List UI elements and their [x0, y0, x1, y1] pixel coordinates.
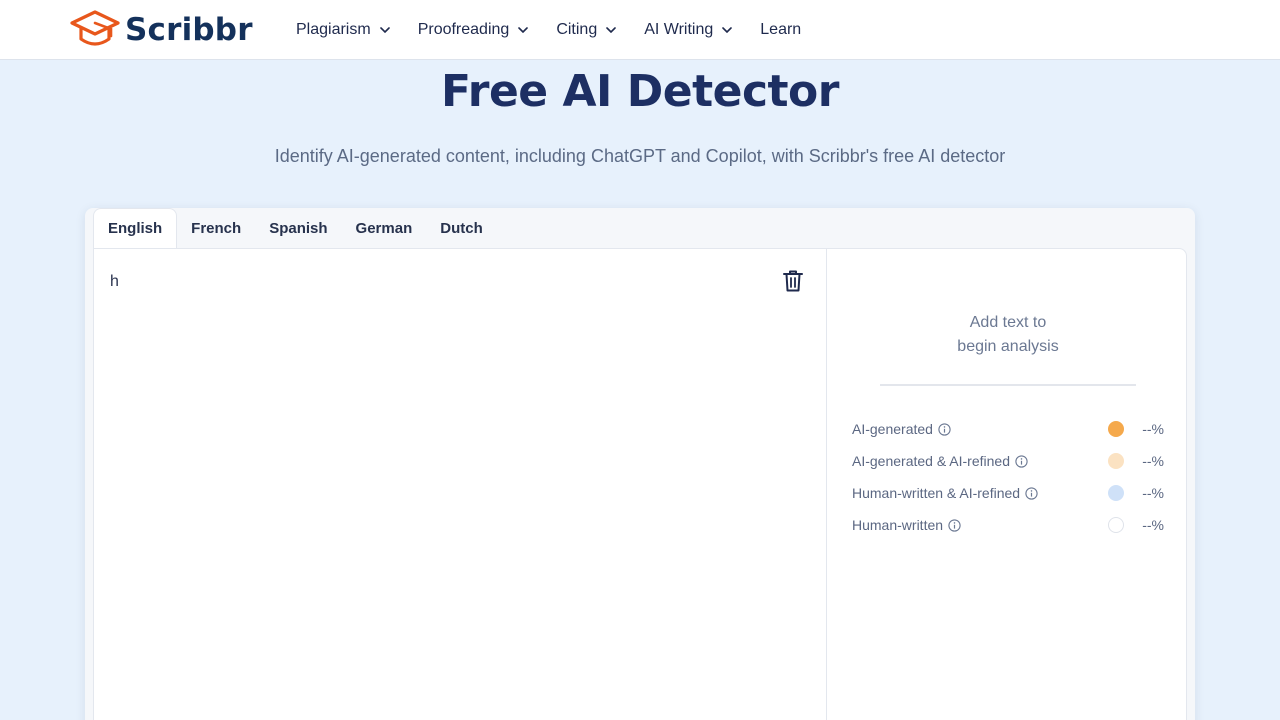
result-label: AI-generated	[852, 421, 933, 437]
result-row-ai-generated-ai-refined: AI-generated & AI-refined --%	[852, 451, 1164, 471]
result-row-ai-generated: AI-generated --%	[852, 419, 1164, 439]
top-navigation-bar: Scribbr Plagiarism Proofreading Citing A…	[0, 0, 1280, 60]
ai-detector-card: English French Spanish German Dutch h Ad…	[85, 208, 1195, 720]
empty-state-line: begin analysis	[957, 338, 1059, 355]
tab-french[interactable]: French	[177, 208, 255, 248]
result-value: --%	[1142, 517, 1164, 533]
result-row-human-written: Human-written --%	[852, 515, 1164, 535]
chevron-down-icon	[722, 27, 733, 33]
analysis-results: Add text to begin analysis AI-generated …	[828, 249, 1188, 720]
nav-item-label: Learn	[760, 21, 802, 38]
result-value: --%	[1142, 485, 1164, 501]
nav-item-ai-writing[interactable]: AI Writing	[644, 21, 733, 39]
legend-dot-human-written	[1108, 517, 1124, 533]
language-tabs: English French Spanish German Dutch	[93, 208, 497, 248]
info-icon[interactable]	[1015, 454, 1028, 468]
result-value: --%	[1142, 453, 1164, 469]
results-divider	[880, 384, 1136, 386]
result-value: --%	[1142, 421, 1164, 437]
empty-state-message: Add text to begin analysis	[828, 311, 1188, 359]
result-label: AI-generated & AI-refined	[852, 453, 1010, 469]
text-input-area[interactable]: h	[94, 249, 827, 720]
result-row-human-written-ai-refined: Human-written & AI-refined --%	[852, 483, 1164, 503]
trash-icon[interactable]	[782, 269, 804, 293]
nav-item-citing[interactable]: Citing	[556, 21, 617, 39]
result-label: Human-written & AI-refined	[852, 485, 1021, 501]
info-icon[interactable]	[938, 422, 951, 436]
tab-dutch[interactable]: Dutch	[426, 208, 497, 248]
empty-state-line: Add text to	[969, 314, 1047, 331]
main-nav: Plagiarism Proofreading Citing AI Writin…	[296, 0, 829, 60]
nav-item-label: Proofreading	[417, 21, 510, 38]
input-text[interactable]: h	[110, 273, 119, 291]
tab-german[interactable]: German	[342, 208, 427, 248]
page-subtitle: Identify AI-generated content, including…	[274, 146, 1006, 166]
info-icon[interactable]	[948, 518, 961, 532]
legend-dot-human-written-ai-refined	[1108, 485, 1124, 501]
page-title: Free AI Detector	[441, 66, 839, 117]
nav-item-learn[interactable]: Learn	[760, 21, 801, 39]
nav-item-plagiarism[interactable]: Plagiarism	[296, 21, 390, 39]
nav-item-proofreading[interactable]: Proofreading	[418, 21, 529, 39]
scribbr-logo[interactable]: Scribbr	[70, 10, 253, 50]
logo-wordmark: Scribbr	[125, 12, 253, 48]
info-icon[interactable]	[1025, 486, 1038, 500]
nav-item-label: Citing	[556, 21, 598, 38]
result-label: Human-written	[852, 517, 944, 533]
tab-spanish[interactable]: Spanish	[255, 208, 341, 248]
chevron-down-icon	[518, 27, 529, 33]
nav-item-label: AI Writing	[644, 21, 714, 38]
detector-panel: h Add text to begin analysis AI-generate…	[93, 248, 1187, 720]
tab-english[interactable]: English	[93, 208, 178, 248]
chevron-down-icon	[379, 27, 390, 33]
legend-dot-ai-generated	[1108, 421, 1124, 437]
graduation-cap-icon	[70, 10, 120, 46]
legend-dot-ai-generated-ai-refined	[1108, 453, 1124, 469]
chevron-down-icon	[606, 27, 617, 33]
nav-item-label: Plagiarism	[296, 21, 371, 38]
